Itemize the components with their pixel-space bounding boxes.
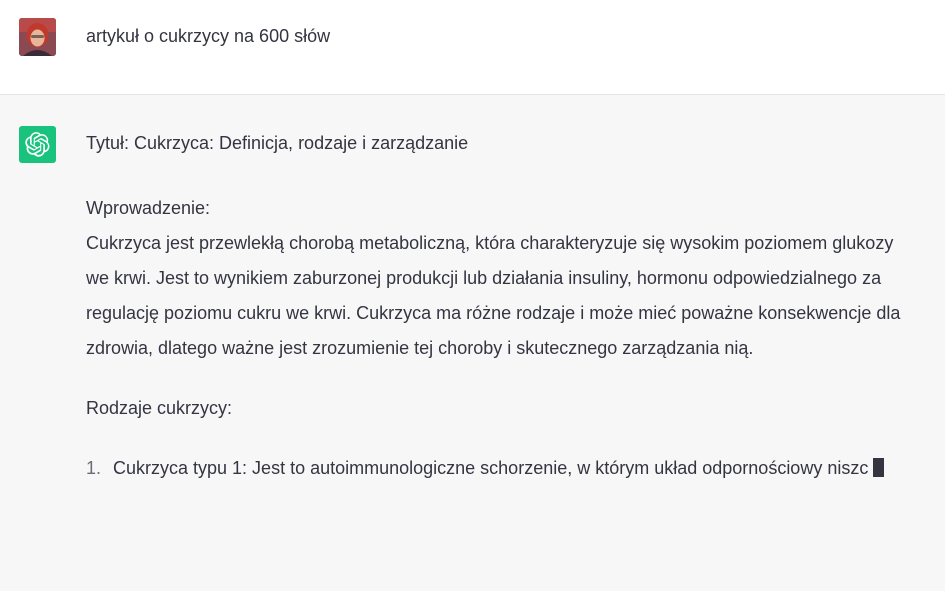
intro-heading: Wprowadzenie: — [86, 198, 211, 218]
assistant-message-content: Tytuł: Cukrzyca: Definicja, rodzaje i za… — [86, 131, 908, 486]
list-item: 1. Cukrzyca typu 1: Jest to autoimmunolo… — [86, 451, 908, 486]
types-list: 1. Cukrzyca typu 1: Jest to autoimmunolo… — [86, 451, 908, 486]
openai-logo-icon — [19, 126, 56, 163]
assistant-message-row: Tytuł: Cukrzyca: Definicja, rodzaje i za… — [0, 95, 945, 591]
list-item-text: Cukrzyca typu 1: Jest to autoimmunologic… — [113, 458, 869, 478]
user-avatar — [19, 18, 56, 56]
list-item-number: 1. — [86, 458, 102, 478]
typing-cursor — [873, 458, 885, 477]
types-heading: Rodzaje cukrzycy: — [86, 398, 233, 418]
user-message-row: artykuł o cukrzycy na 600 słów — [0, 0, 945, 95]
intro-paragraph: Cukrzyca jest przewlekłą chorobą metabol… — [86, 233, 901, 358]
list-item-text-wrap: Cukrzyca typu 1: Jest to autoimmunologic… — [113, 451, 908, 486]
article-title: Tytuł: Cukrzyca: Definicja, rodzaje i za… — [86, 133, 469, 153]
user-message-text: artykuł o cukrzycy na 600 słów — [86, 26, 331, 46]
